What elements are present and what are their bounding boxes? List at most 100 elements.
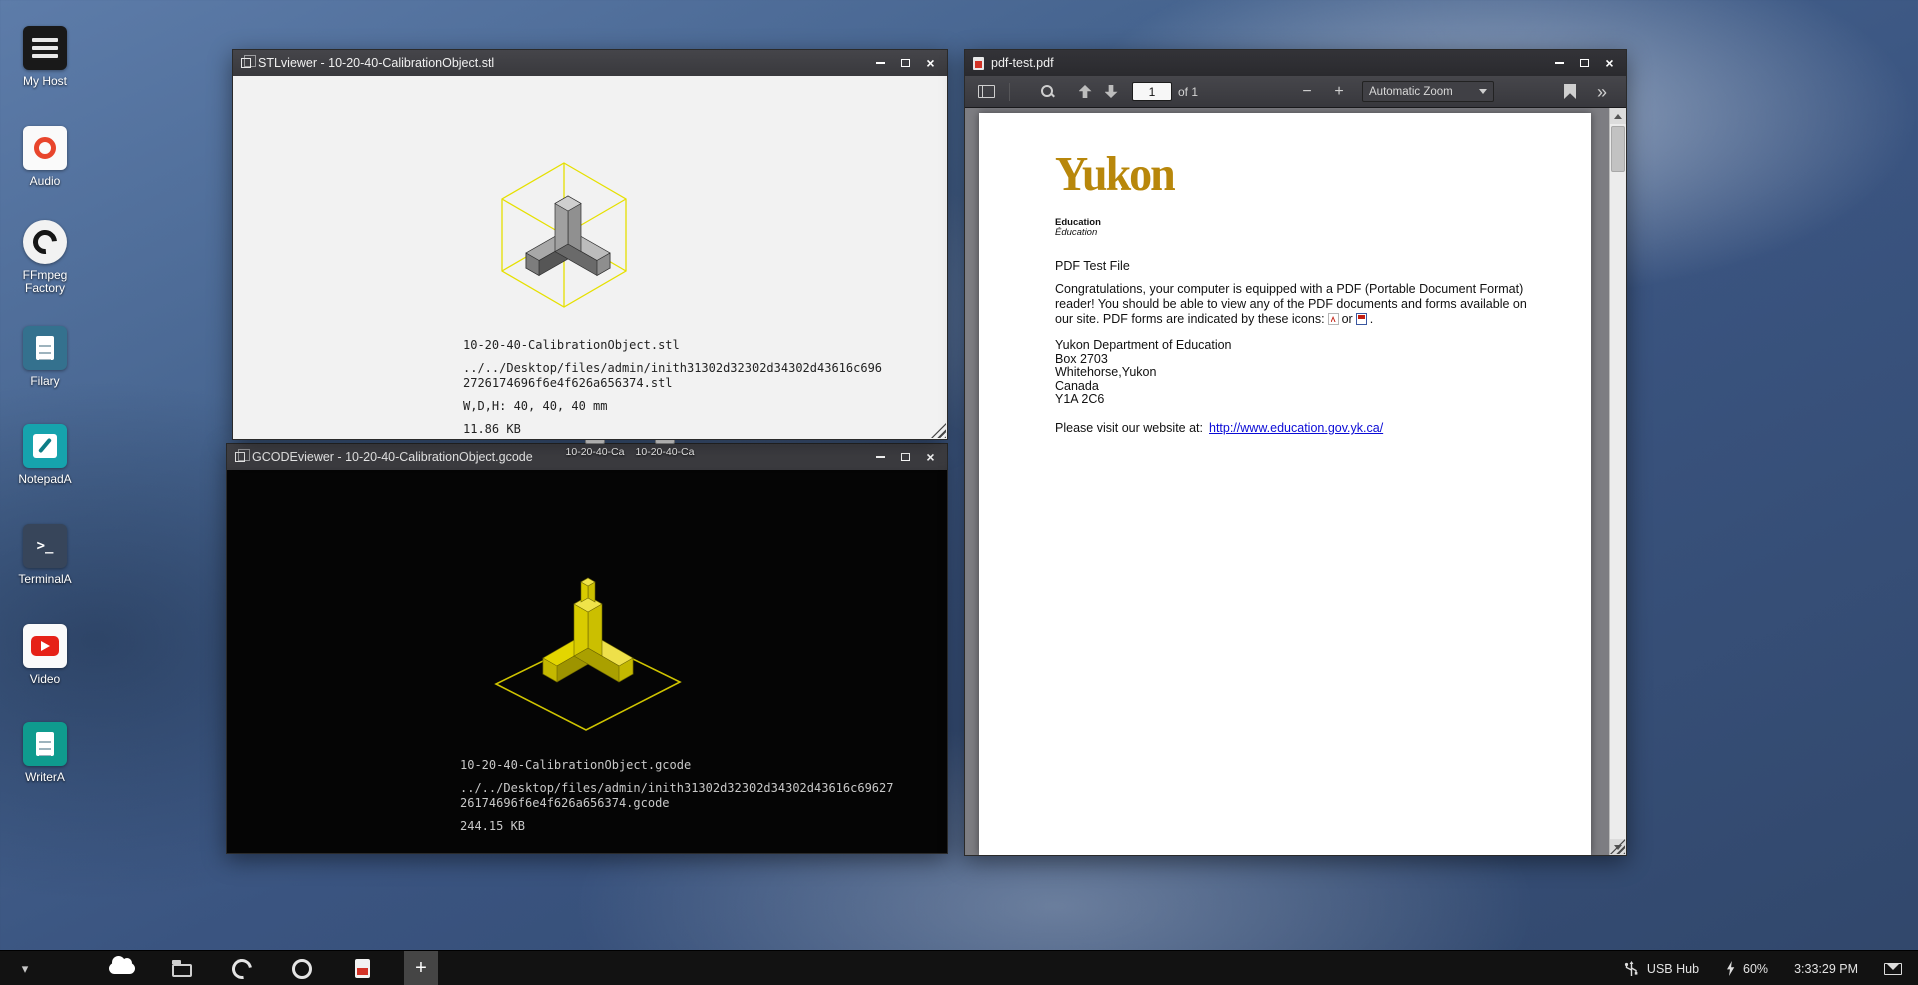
usb-hub-tray-item[interactable]: USB Hub (1623, 961, 1699, 977)
stl-window-titlebar[interactable]: STLviewer - 10-20-40-CalibrationObject.s… (233, 50, 947, 76)
desktop-icon-label: Audio (0, 175, 90, 188)
gcode-filename: 10-20-40-CalibrationObject.gcode (460, 758, 893, 773)
scrollbar-thumb[interactable] (1611, 126, 1625, 172)
toolbar-separator (1009, 83, 1010, 101)
desktop-icon-ffmpeg-factory[interactable]: FFmpeg Factory (0, 220, 90, 295)
gcode-3d-viewport[interactable]: 10-20-40-CalibrationObject.gcode ../../D… (227, 470, 947, 853)
gcode-filesize: 244.15 KB (460, 819, 893, 834)
maximize-button[interactable] (895, 448, 916, 466)
desktop-icon-label: Filary (0, 375, 90, 388)
resize-grip[interactable] (931, 423, 946, 438)
desktop-icon-terminala[interactable]: >_ TerminalA (0, 524, 90, 586)
desktop-icon-filary[interactable]: Filary (0, 326, 90, 388)
address-line: Y1A 2C6 (1055, 393, 1232, 407)
pdf-document-icon (355, 959, 370, 978)
stl-filesize: 11.86 KB (463, 422, 882, 437)
zoom-out-button[interactable]: − (1294, 80, 1320, 104)
desktop-icon-writera[interactable]: WriterA (0, 722, 90, 784)
clock-tray-item[interactable]: 3:33:29 PM (1794, 962, 1858, 976)
taskbar-cloud-button[interactable] (100, 951, 144, 985)
pdf-window-title: pdf-test.pdf (991, 56, 1542, 70)
arrow-up-icon (1079, 85, 1092, 98)
zoom-level-dropdown[interactable]: Automatic Zoom (1362, 81, 1494, 102)
writer-icon (23, 722, 67, 766)
usb-icon (1623, 961, 1640, 977)
arrow-down-icon (1105, 85, 1118, 98)
pdf-app-icon (973, 57, 984, 70)
close-button[interactable]: × (920, 448, 941, 466)
stl-path-line2: 2726174696f6e4f626a656374.stl (463, 376, 882, 391)
acrobat-pdf-icon (1328, 313, 1339, 325)
gcode-window-title: GCODEviewer - 10-20-40-CalibrationObject… (252, 450, 863, 464)
stl-filename: 10-20-40-CalibrationObject.stl (463, 338, 882, 353)
taskbar-add-button[interactable]: + (404, 951, 438, 985)
desktop-icon-audio[interactable]: Audio (0, 126, 90, 188)
desktop-icon-label: My Host (0, 75, 90, 88)
desktop-icon-label: NotepadA (0, 473, 90, 486)
stl-3d-render (449, 120, 679, 350)
page-count-label: of 1 (1178, 85, 1198, 99)
page-number-input[interactable] (1132, 82, 1172, 101)
pdf-form-icon (1356, 313, 1367, 325)
gcode-path-line1: ../../Desktop/files/admin/inith31302d323… (460, 781, 893, 796)
website-link[interactable]: http://www.education.gov.yk.ca/ (1209, 421, 1383, 435)
next-page-button[interactable] (1098, 80, 1124, 104)
pdf-page: Yukon Education Éducation PDF Test File … (979, 113, 1591, 855)
desktop-icon-my-host[interactable]: My Host (0, 26, 90, 88)
bookmark-button[interactable] (1556, 80, 1584, 104)
stl-window-title: STLviewer - 10-20-40-CalibrationObject.s… (258, 56, 863, 70)
pdf-viewer-window: pdf-test.pdf × of 1 − + Automatic Zoom »… (964, 49, 1627, 856)
maximize-button[interactable] (895, 54, 916, 72)
mail-tray-item[interactable] (1884, 963, 1902, 975)
document-paragraph: Congratulations, your computer is equipp… (1055, 282, 1527, 327)
zoom-in-button[interactable]: + (1326, 80, 1352, 104)
desktop-icon-video[interactable]: Video (0, 624, 90, 686)
usb-hub-label: USB Hub (1647, 962, 1699, 976)
minimize-button[interactable] (1549, 54, 1570, 72)
stl-viewer-window: STLviewer - 10-20-40-CalibrationObject.s… (232, 49, 948, 440)
sidebar-icon (978, 85, 995, 98)
desktop-icon-label: Video (0, 673, 90, 686)
minimize-button[interactable] (870, 54, 891, 72)
taskbar-app-button-2[interactable] (286, 951, 318, 985)
document-heading: PDF Test File (1055, 259, 1130, 273)
scrollbar[interactable] (1609, 108, 1626, 855)
desktop-icon-label: TerminalA (0, 573, 90, 586)
close-button[interactable]: × (920, 54, 941, 72)
circle-app-icon (292, 959, 312, 979)
pdf-window-titlebar[interactable]: pdf-test.pdf × (965, 50, 1626, 76)
folder-icon (172, 964, 192, 977)
desktop-icon-notepada[interactable]: NotepadA (0, 424, 90, 486)
search-button[interactable] (1034, 80, 1062, 104)
minimize-button[interactable] (870, 448, 891, 466)
notepad-icon (23, 424, 67, 468)
pdf-content-area: Yukon Education Éducation PDF Test File … (965, 108, 1626, 855)
sidebar-toggle-button[interactable] (971, 80, 1001, 104)
stl-3d-viewport[interactable]: 10-20-40-CalibrationObject.stl ../../Des… (233, 76, 947, 439)
toolbar-overflow-button[interactable]: » (1588, 80, 1616, 104)
address-line: Canada (1055, 380, 1232, 394)
taskbar-files-button[interactable] (164, 951, 200, 985)
address-line: Box 2703 (1055, 353, 1232, 367)
previous-page-button[interactable] (1072, 80, 1098, 104)
stl-app-icon (241, 58, 251, 68)
taskbar-app-button-1[interactable] (226, 951, 258, 985)
gcode-app-icon (235, 452, 245, 462)
website-label: Please visit our website at: (1055, 421, 1203, 435)
logo-education-fr-label: Éducation (1055, 227, 1097, 238)
ffmpeg-icon (23, 220, 67, 264)
system-tray: USB Hub 60% 3:33:29 PM (1623, 951, 1902, 985)
maximize-button[interactable] (1574, 54, 1595, 72)
taskbar-expand-caret[interactable]: ▾ (12, 951, 38, 985)
scroll-up-button[interactable] (1610, 108, 1626, 124)
gcode-viewer-window: GCODEviewer - 10-20-40-CalibrationObject… (226, 443, 948, 854)
file-label: 10-20-40-Ca (560, 446, 630, 458)
search-icon (1041, 85, 1055, 99)
clock-label: 3:33:29 PM (1794, 962, 1858, 976)
desktop-icon-label: WriterA (0, 771, 90, 784)
close-button[interactable]: × (1599, 54, 1620, 72)
chevron-down-icon (1479, 89, 1487, 94)
address-line: Yukon Department of Education (1055, 339, 1232, 353)
taskbar-pdf-button[interactable] (346, 951, 378, 985)
battery-tray-item[interactable]: 60% (1725, 961, 1768, 976)
